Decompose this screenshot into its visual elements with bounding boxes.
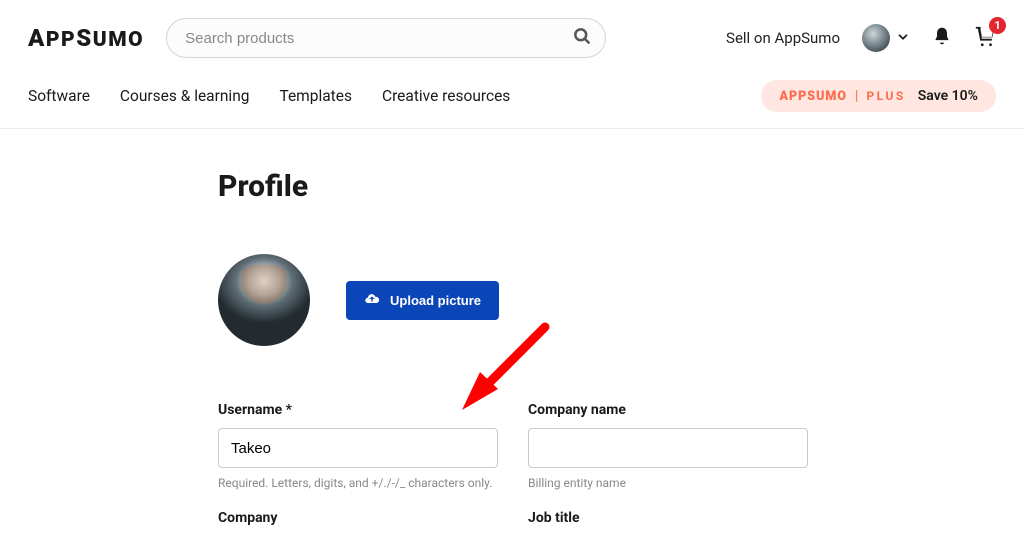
plus-separator: | — [855, 88, 858, 104]
search-icon[interactable] — [572, 26, 592, 50]
field-company-name: Company name Billing entity name — [528, 402, 808, 490]
nav-bar: Software Courses & learning Templates Cr… — [0, 70, 1024, 129]
field-job-title: Job title — [528, 510, 808, 536]
top-bar: APPSUMO Sell on AppSumo 1 — [0, 0, 1024, 70]
company-name-input[interactable] — [528, 428, 808, 468]
form-grid: Username * Required. Letters, digits, an… — [218, 402, 1024, 536]
cart-badge: 1 — [989, 17, 1006, 34]
plus-logo: APPSUMO — [779, 89, 847, 104]
page-title: Profile — [218, 169, 1024, 204]
picture-row: Upload picture — [218, 254, 1024, 346]
username-input[interactable] — [218, 428, 498, 468]
nav-item-creative[interactable]: Creative resources — [382, 87, 510, 105]
sell-on-appsumo-link[interactable]: Sell on AppSumo — [726, 29, 840, 47]
avatar-icon — [862, 24, 890, 52]
cart-icon[interactable]: 1 — [974, 25, 996, 51]
notifications-icon[interactable] — [932, 26, 952, 50]
company-label: Company — [218, 510, 498, 526]
job-title-label: Job title — [528, 510, 808, 526]
search-input[interactable] — [166, 18, 606, 58]
plus-save-text: Save 10% — [918, 88, 978, 104]
company-name-label: Company name — [528, 402, 808, 418]
plus-word: PLUS — [866, 89, 905, 103]
nav-item-software[interactable]: Software — [28, 87, 90, 105]
content: Profile Upload picture Username * Requir… — [0, 129, 1024, 536]
username-label: Username * — [218, 402, 498, 418]
logo[interactable]: APPSUMO — [28, 24, 144, 52]
field-company: Company — [218, 510, 498, 536]
nav-item-templates[interactable]: Templates — [279, 87, 352, 105]
profile-avatar — [218, 254, 310, 346]
username-help: Required. Letters, digits, and +/./-/_ c… — [218, 476, 498, 490]
upload-picture-button[interactable]: Upload picture — [346, 281, 499, 320]
search-wrap — [166, 18, 606, 58]
company-name-help: Billing entity name — [528, 476, 808, 490]
upload-picture-label: Upload picture — [390, 293, 481, 308]
chevron-down-icon — [896, 29, 910, 48]
cloud-upload-icon — [364, 291, 380, 310]
field-username: Username * Required. Letters, digits, an… — [218, 402, 498, 490]
account-menu[interactable] — [862, 24, 910, 52]
nav-item-courses[interactable]: Courses & learning — [120, 87, 250, 105]
appsumo-plus-pill[interactable]: APPSUMO | PLUS Save 10% — [761, 80, 996, 112]
